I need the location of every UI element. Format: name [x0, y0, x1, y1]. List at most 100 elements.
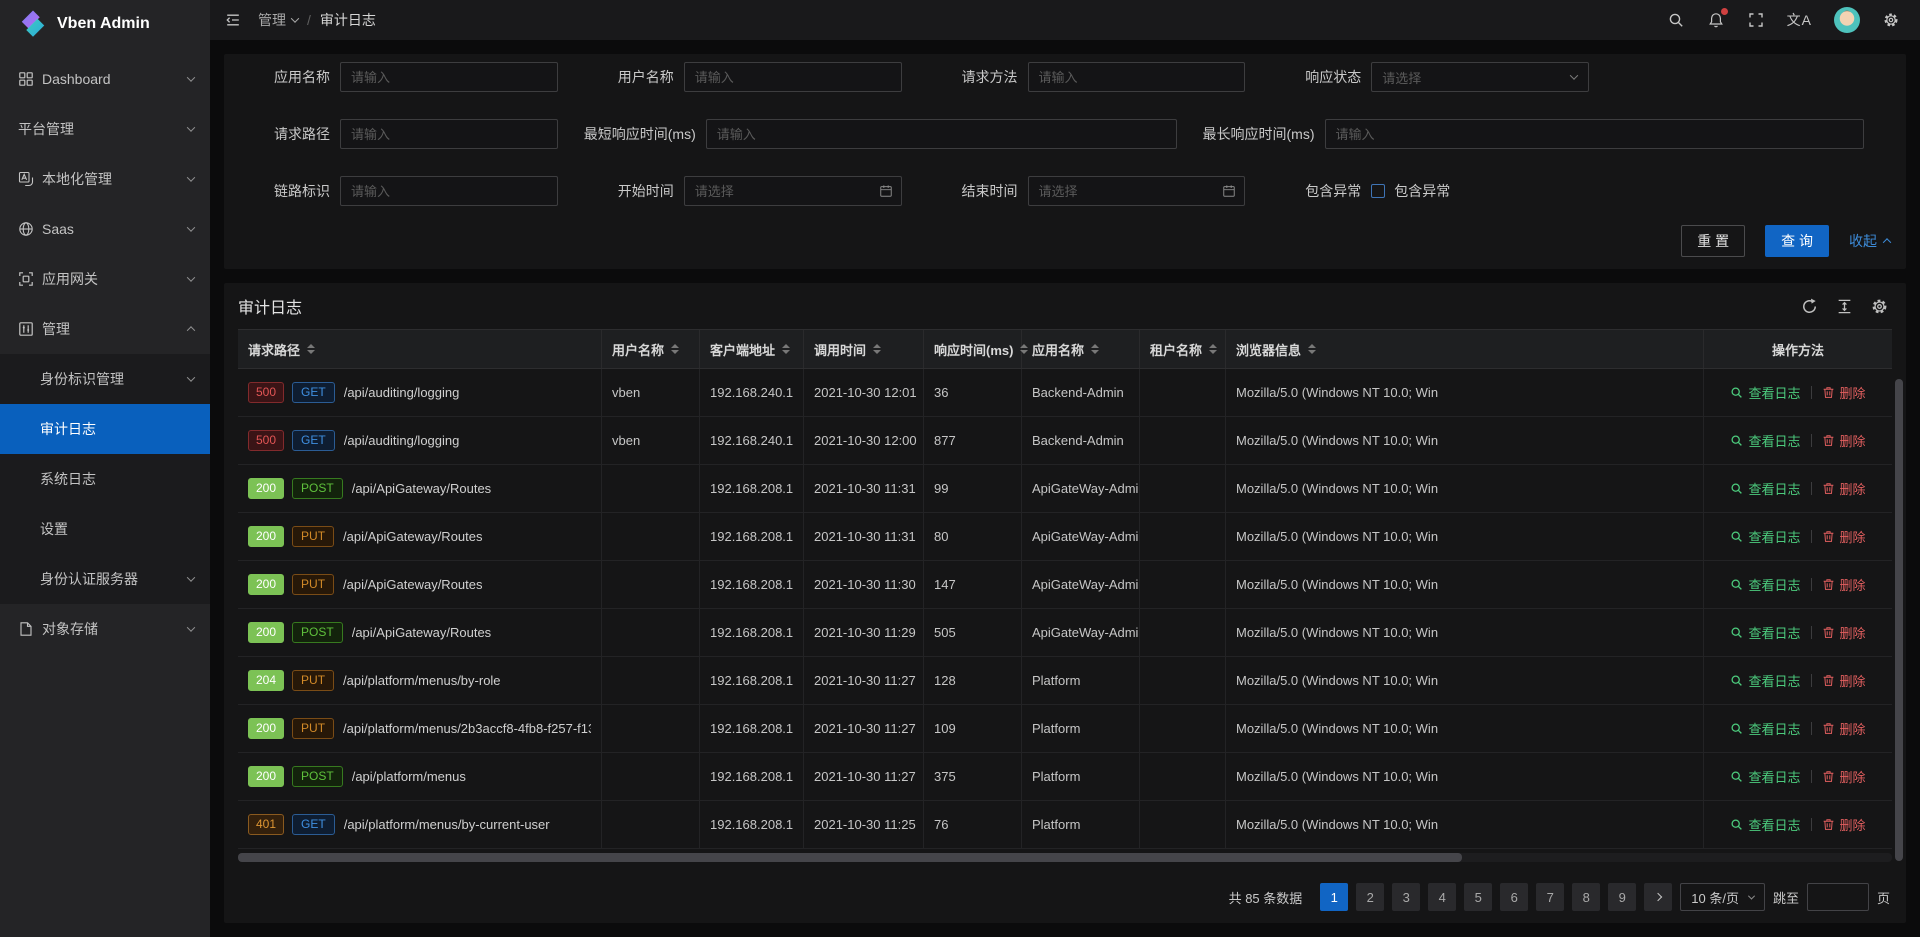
delete-button[interactable]: 删除: [1822, 671, 1866, 690]
最长响应时间(ms)-input[interactable]: [1325, 119, 1865, 149]
开始时间-datepicker[interactable]: [684, 176, 902, 206]
page-size-select[interactable]: 10 条/页: [1680, 883, 1765, 911]
column-header-tenant[interactable]: 租户名称: [1140, 330, 1226, 368]
sort-icon[interactable]: [671, 344, 679, 354]
链路标识-input[interactable]: [340, 176, 558, 206]
sidebar-item-对象存储[interactable]: 对象存储: [0, 604, 210, 654]
结束时间-datepicker[interactable]: [1028, 176, 1246, 206]
包含异常-checkbox[interactable]: [1371, 184, 1385, 198]
delete-button[interactable]: 删除: [1822, 623, 1866, 642]
column-header-browser[interactable]: 浏览器信息: [1226, 330, 1704, 368]
用户名称-input[interactable]: [684, 62, 902, 92]
sort-icon[interactable]: [307, 344, 315, 354]
sidebar-item-label: 系统日志: [40, 469, 194, 489]
page-button-4[interactable]: 4: [1428, 883, 1456, 911]
sidebar-item-身份认证服务器[interactable]: 身份认证服务器: [0, 554, 210, 604]
请求方法-input[interactable]: [1028, 62, 1246, 92]
结束时间-input[interactable]: [1028, 176, 1246, 206]
page-button-9[interactable]: 9: [1608, 883, 1636, 911]
sidebar-item-系统日志[interactable]: 系统日志: [0, 454, 210, 504]
column-header-user[interactable]: 用户名称: [602, 330, 700, 368]
view-log-button[interactable]: 查看日志: [1730, 623, 1800, 642]
page-button-8[interactable]: 8: [1572, 883, 1600, 911]
table-settings-gear-icon[interactable]: [1871, 298, 1888, 315]
delete-button[interactable]: 删除: [1822, 815, 1866, 834]
请求路径-input[interactable]: [340, 119, 558, 149]
pagination: 共 85 条数据 123456789 10 条/页 跳至 页: [238, 875, 1892, 913]
page-button-5[interactable]: 5: [1464, 883, 1492, 911]
响应状态-select[interactable]: 请选择: [1371, 62, 1589, 92]
column-header-time[interactable]: 调用时间: [804, 330, 924, 368]
sidebar-item-本地化管理[interactable]: 本地化管理: [0, 154, 210, 204]
form-field-control: [1028, 62, 1272, 92]
notification-bell-icon[interactable]: [1707, 11, 1725, 29]
horizontal-scrollbar-thumb[interactable]: [238, 853, 1462, 862]
sort-icon[interactable]: [873, 344, 881, 354]
collapse-link[interactable]: 收起: [1849, 231, 1890, 251]
sidebar-item-平台管理[interactable]: 平台管理: [0, 104, 210, 154]
view-log-button[interactable]: 查看日志: [1730, 671, 1800, 690]
page-button-3[interactable]: 3: [1392, 883, 1420, 911]
page-button-2[interactable]: 2: [1356, 883, 1384, 911]
sidebar-item-Saas[interactable]: Saas: [0, 204, 210, 254]
delete-button[interactable]: 删除: [1822, 479, 1866, 498]
breadcrumb: 管理 / 审计日志: [258, 10, 376, 30]
view-log-button[interactable]: 查看日志: [1730, 431, 1800, 450]
view-log-button[interactable]: 查看日志: [1730, 815, 1800, 834]
delete-button[interactable]: 删除: [1822, 527, 1866, 546]
vertical-scrollbar[interactable]: [1895, 379, 1903, 861]
next-page-button[interactable]: [1644, 883, 1672, 911]
column-header-duration[interactable]: 响应时间(ms): [924, 330, 1022, 368]
breadcrumb-root[interactable]: 管理: [258, 10, 298, 30]
sort-icon[interactable]: [782, 344, 790, 354]
form-field-包含异常: 包含异常包含异常: [1271, 176, 1615, 206]
view-log-button[interactable]: 查看日志: [1730, 527, 1800, 546]
最短响应时间(ms)-input[interactable]: [706, 119, 1177, 149]
jump-page-input[interactable]: [1807, 883, 1869, 911]
page-button-1[interactable]: 1: [1320, 883, 1348, 911]
应用名称-input[interactable]: [340, 62, 558, 92]
view-log-button[interactable]: 查看日志: [1730, 767, 1800, 786]
column-header-path[interactable]: 请求路径: [238, 330, 602, 368]
开始时间-input[interactable]: [684, 176, 902, 206]
view-log-button[interactable]: 查看日志: [1730, 479, 1800, 498]
sort-icon[interactable]: [1091, 344, 1099, 354]
view-log-button[interactable]: 查看日志: [1730, 719, 1800, 738]
reset-button[interactable]: 重 置: [1681, 225, 1745, 257]
cell-ip: 192.168.208.1: [700, 705, 804, 752]
sidebar-item-Dashboard[interactable]: Dashboard: [0, 54, 210, 104]
row-height-icon[interactable]: [1836, 298, 1853, 315]
vertical-scrollbar-thumb[interactable]: [1895, 379, 1903, 861]
search-icon[interactable]: [1667, 11, 1685, 29]
view-log-button[interactable]: 查看日志: [1730, 383, 1800, 402]
sidebar-item-审计日志[interactable]: 审计日志: [0, 404, 210, 454]
cell-path: 200PUT/api/ApiGateway/Routes: [238, 513, 602, 560]
delete-button[interactable]: 删除: [1822, 431, 1866, 450]
sidebar-item-应用网关[interactable]: 应用网关: [0, 254, 210, 304]
sort-icon[interactable]: [1209, 344, 1217, 354]
user-avatar[interactable]: [1834, 7, 1860, 33]
app-logo[interactable]: Vben Admin: [0, 0, 210, 48]
sidebar-item-身份标识管理[interactable]: 身份标识管理: [0, 354, 210, 404]
refresh-icon[interactable]: [1801, 298, 1818, 315]
column-header-ip[interactable]: 客户端地址: [700, 330, 804, 368]
settings-gear-icon[interactable]: [1882, 11, 1900, 29]
delete-button[interactable]: 删除: [1822, 719, 1866, 738]
delete-button[interactable]: 删除: [1822, 575, 1866, 594]
delete-button[interactable]: 删除: [1822, 767, 1866, 786]
sidebar-item-设置[interactable]: 设置: [0, 504, 210, 554]
localization-icon: [18, 171, 34, 187]
sort-icon[interactable]: [1308, 344, 1316, 354]
translate-icon[interactable]: 文A: [1787, 10, 1812, 30]
cell-path: 200POST/api/ApiGateway/Routes: [238, 465, 602, 512]
delete-button[interactable]: 删除: [1822, 383, 1866, 402]
view-log-button[interactable]: 查看日志: [1730, 575, 1800, 594]
horizontal-scrollbar[interactable]: [238, 853, 1892, 862]
search-button[interactable]: 查 询: [1765, 225, 1829, 257]
fullscreen-icon[interactable]: [1747, 11, 1765, 29]
page-button-6[interactable]: 6: [1500, 883, 1528, 911]
column-header-app[interactable]: 应用名称: [1022, 330, 1140, 368]
page-button-7[interactable]: 7: [1536, 883, 1564, 911]
menu-fold-icon[interactable]: [224, 11, 242, 29]
sidebar-item-管理[interactable]: 管理: [0, 304, 210, 354]
